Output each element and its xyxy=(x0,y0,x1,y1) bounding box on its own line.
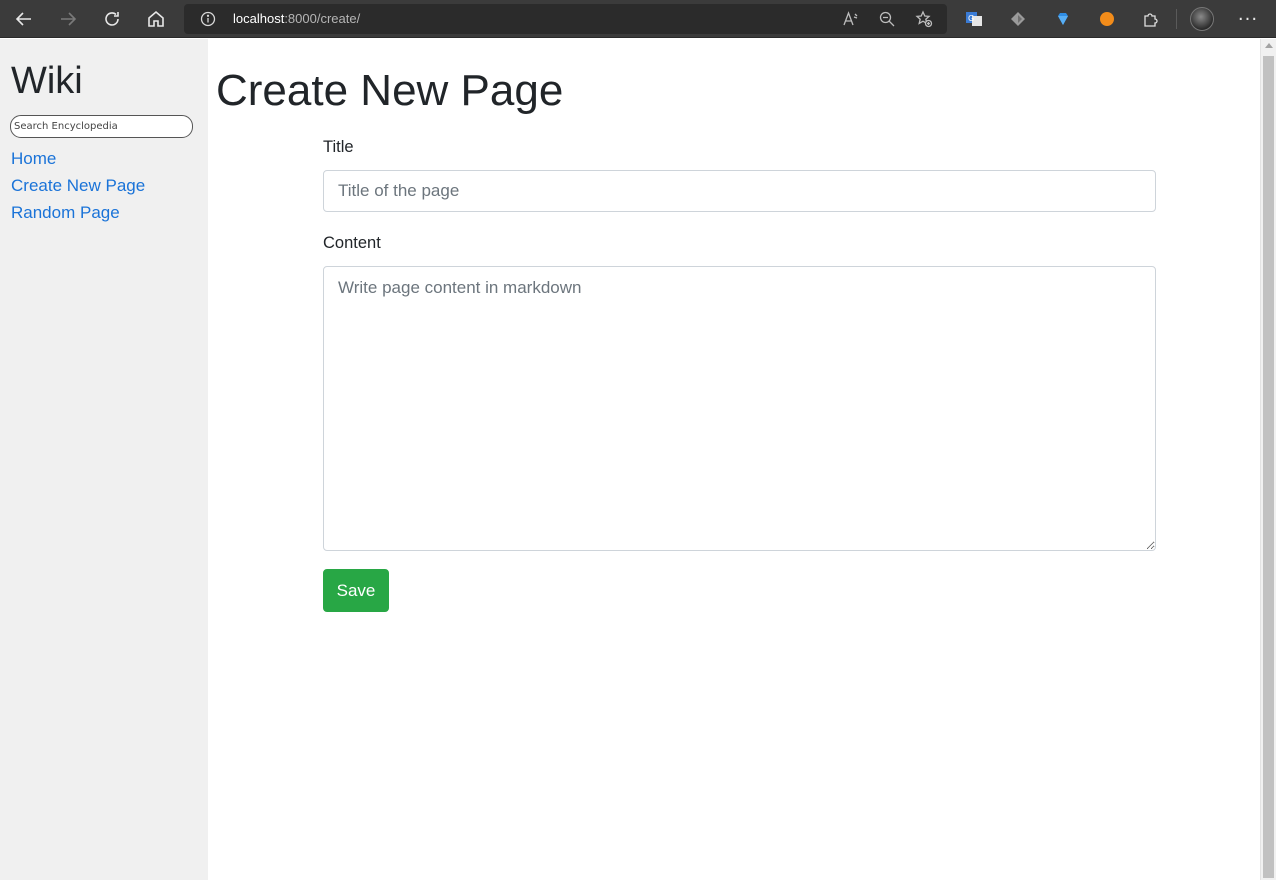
nav-link-home[interactable]: Home xyxy=(11,148,56,170)
site-title: Wiki xyxy=(11,60,83,102)
forward-arrow-icon[interactable] xyxy=(54,5,82,33)
translate-extension-icon[interactable]: G xyxy=(964,9,984,29)
address-bar[interactable]: localhost:8000/create/ xyxy=(184,4,947,34)
save-button[interactable]: Save xyxy=(323,569,389,612)
toolbar-divider xyxy=(1176,9,1177,29)
more-dots-icon[interactable]: ··· xyxy=(1236,7,1260,31)
zoom-out-icon[interactable] xyxy=(877,9,897,29)
back-arrow-icon[interactable] xyxy=(10,5,38,33)
vertical-scrollbar[interactable] xyxy=(1260,39,1276,880)
info-icon[interactable] xyxy=(200,11,216,27)
search-input[interactable] xyxy=(10,115,193,138)
extensions-puzzle-icon[interactable] xyxy=(1141,9,1161,29)
nav-link-create-new-page[interactable]: Create New Page xyxy=(11,175,145,197)
title-label: Title xyxy=(323,138,354,156)
profile-avatar[interactable] xyxy=(1190,7,1214,31)
scroll-up-arrow-icon[interactable] xyxy=(1265,43,1273,48)
extension-diamond-icon[interactable] xyxy=(1008,9,1028,29)
add-favorite-icon[interactable] xyxy=(914,9,934,29)
home-icon[interactable] xyxy=(142,5,170,33)
read-aloud-icon[interactable] xyxy=(841,9,861,29)
title-input[interactable] xyxy=(323,170,1156,212)
browser-toolbar: localhost:8000/create/ G ··· xyxy=(0,0,1276,38)
reload-icon[interactable] xyxy=(98,5,126,33)
gem-extension-icon[interactable] xyxy=(1053,9,1073,29)
url-text[interactable]: localhost:8000/create/ xyxy=(233,11,360,27)
scroll-thumb[interactable] xyxy=(1263,56,1274,878)
moon-extension-icon[interactable] xyxy=(1097,9,1117,29)
content-textarea[interactable] xyxy=(323,266,1156,551)
main-content: Create New Page Title Content Save xyxy=(208,39,1260,880)
nav-link-random-page[interactable]: Random Page xyxy=(11,202,120,224)
page-title: Create New Page xyxy=(216,66,564,115)
content-label: Content xyxy=(323,234,381,252)
svg-text:G: G xyxy=(968,14,974,23)
url-path: :8000/create/ xyxy=(284,11,361,26)
url-host: localhost xyxy=(233,11,285,26)
sidebar: Wiki Home Create New Page Random Page xyxy=(0,39,208,880)
